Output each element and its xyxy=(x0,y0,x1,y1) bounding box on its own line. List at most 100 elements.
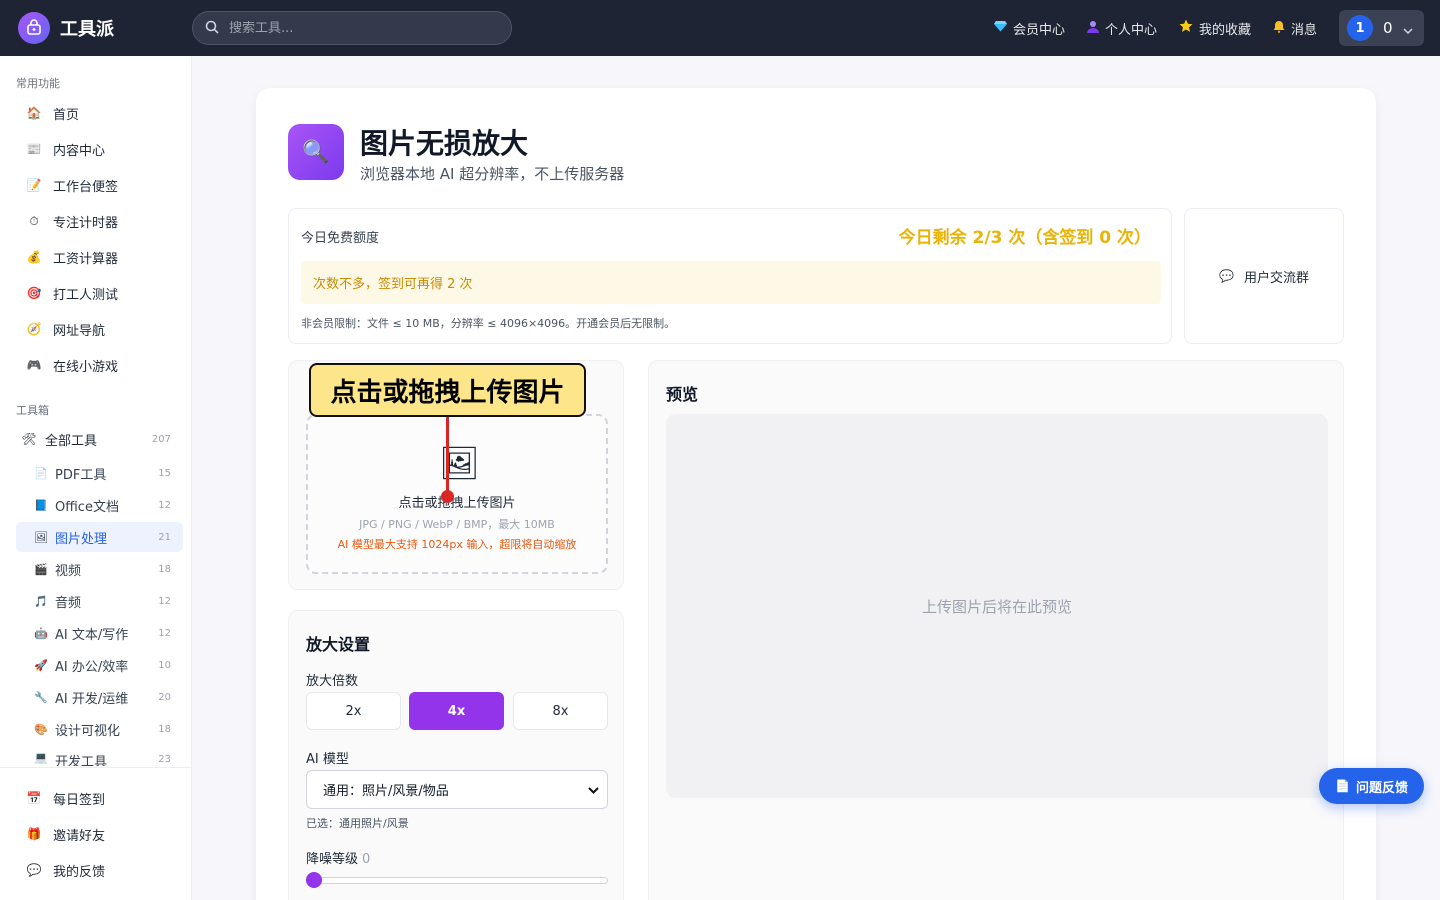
avatar: 1 xyxy=(1347,15,1373,41)
sidebar-item-design[interactable]: 🎨 设计可视化 18 xyxy=(16,714,183,744)
noise-slider-track[interactable] xyxy=(306,877,608,884)
user-points: 0 xyxy=(1383,19,1393,37)
quota-remaining: 今日剩余 2/3 次（含签到 0 次） xyxy=(898,228,1151,248)
sidebar-item-pdf[interactable]: 📄 PDF工具 15 xyxy=(16,458,183,488)
document-icon: 📄 xyxy=(1335,779,1350,793)
sidebar-item-office[interactable]: 📘 Office文档 12 xyxy=(16,490,183,520)
quota-card: 今日免费额度 今日剩余 2/3 次（含签到 0 次） 次数不多，签到可再得 2 … xyxy=(288,208,1172,344)
callout-pointer xyxy=(446,417,449,495)
wrench-icon: 🔧 xyxy=(34,690,48,704)
nav-membership[interactable]: 会员中心 xyxy=(993,19,1065,38)
nav-messages[interactable]: 消息 xyxy=(1273,19,1317,38)
target-icon: 🎯 xyxy=(26,286,42,300)
book-icon: 📘 xyxy=(34,498,48,512)
top-bar: 工具派 会员中心 个人中心 我的收藏 消息 1 0 xyxy=(0,0,1440,56)
bell-icon xyxy=(1273,20,1285,37)
person-icon xyxy=(1086,20,1099,37)
palette-icon: 🎨 xyxy=(34,722,48,736)
upload-dropzone[interactable]: 🖼 点击或拖拽上传图片 JPG / PNG / WebP / BMP，最大 10… xyxy=(306,414,608,574)
sidebar-item-ai-dev[interactable]: 🔧 AI 开发/运维 20 xyxy=(16,682,183,712)
noise-label: 降噪等级 0 xyxy=(306,852,371,867)
sidebar-item-all-tools[interactable]: 🛠 全部工具 207 xyxy=(16,423,183,455)
brand[interactable]: 工具派 xyxy=(18,12,192,44)
magnifier-icon: 🔍 xyxy=(288,124,344,180)
quota-warning: 次数不多，签到可再得 2 次 xyxy=(301,261,1161,304)
feedback-button[interactable]: 📄 问题反馈 xyxy=(1319,768,1424,804)
user-group-button[interactable]: 💬 用户交流群 xyxy=(1184,208,1344,344)
search-icon xyxy=(205,19,219,38)
search-bar[interactable] xyxy=(192,11,512,45)
clapper-icon: 🎬 xyxy=(34,562,48,576)
logo-icon xyxy=(18,12,50,44)
gamepad-icon: 🎮 xyxy=(26,358,42,372)
compass-icon: 🧭 xyxy=(26,322,42,336)
sidebar-item-test[interactable]: 🎯 打工人测试 xyxy=(16,277,183,309)
scale-4x-button[interactable]: 4x xyxy=(409,692,504,730)
model-selected-text: 已选：通用照片/风景 xyxy=(306,817,409,830)
sidebar-item-nav[interactable]: 🧭 网址导航 xyxy=(16,313,183,345)
sidebar-item-notes[interactable]: 📝 工作台便签 xyxy=(16,169,183,201)
upload-main-text: 点击或拖拽上传图片 xyxy=(398,496,516,511)
sidebar-item-image[interactable]: 🖼 图片处理 21 xyxy=(16,522,183,552)
settings-title: 放大设置 xyxy=(306,635,371,654)
calendar-icon: 📅 xyxy=(26,791,42,805)
scale-2x-button[interactable]: 2x xyxy=(306,692,401,730)
sidebar-divider xyxy=(0,767,191,768)
sidebar-item-salary[interactable]: 💰 工资计算器 xyxy=(16,241,183,273)
speech-bubble-icon: 💬 xyxy=(1219,269,1234,283)
upload-formats: JPG / PNG / WebP / BMP，最大 10MB xyxy=(359,518,555,531)
header-nav: 会员中心 个人中心 我的收藏 消息 1 0 xyxy=(972,10,1424,46)
sidebar-item-ai-office[interactable]: 🚀 AI 办公/效率 10 xyxy=(16,650,183,680)
nav-favorites[interactable]: 我的收藏 xyxy=(1179,19,1251,38)
quota-note: 非会员限制：文件 ≤ 10 MB，分辨率 ≤ 4096×4096。开通会员后无限… xyxy=(301,317,676,330)
sidebar-item-ai-writing[interactable]: 🤖 AI 文本/写作 12 xyxy=(16,618,183,648)
tools-icon: 🛠 xyxy=(21,432,37,446)
user-menu[interactable]: 1 0 xyxy=(1339,10,1424,46)
page-icon: 📄 xyxy=(34,466,48,480)
stopwatch-icon: ⏱ xyxy=(29,213,39,228)
sidebar-item-invite[interactable]: 🎁 邀请好友 xyxy=(16,818,183,850)
sidebar-item-games[interactable]: 🎮 在线小游戏 xyxy=(16,349,183,381)
search-input[interactable] xyxy=(229,20,489,36)
money-bag-icon: 💰 xyxy=(26,250,42,264)
section-toolbox-title: 工具箱 xyxy=(16,404,49,417)
callout-dot xyxy=(441,490,454,503)
sidebar: 常用功能 🏠 首页 📰 内容中心 📝 工作台便签 ⏱ 专注计时器 💰 工资计算器 🎯 打工人… xyxy=(0,56,192,900)
sidebar-item-timer[interactable]: ⏱ 专注计时器 xyxy=(16,205,183,237)
picture-icon: 🖼 xyxy=(34,530,48,544)
upload-hint: AI 模型最大支持 1024px 输入，超限将自动缩放 xyxy=(337,538,577,551)
sidebar-item-audio[interactable]: 🎵 音频 12 xyxy=(16,586,183,616)
sidebar-item-video[interactable]: 🎬 视频 18 xyxy=(16,554,183,584)
page-subtitle: 浏览器本地 AI 超分辨率，不上传服务器 xyxy=(360,165,625,183)
gift-icon: 🎁 xyxy=(26,827,42,841)
sidebar-item-content[interactable]: 📰 内容中心 xyxy=(16,133,183,165)
sidebar-item-checkin[interactable]: 📅 每日签到 xyxy=(16,782,183,814)
robot-icon: 🤖 xyxy=(34,626,48,640)
count-badge: 207 xyxy=(151,433,171,445)
upload-panel: 🖼 点击或拖拽上传图片 JPG / PNG / WebP / BMP，最大 10… xyxy=(288,360,624,590)
gem-icon xyxy=(993,20,1007,36)
sidebar-item-feedback[interactable]: 💬 我的反馈 xyxy=(16,854,183,886)
noise-slider-thumb[interactable] xyxy=(306,872,322,888)
section-common-title: 常用功能 xyxy=(16,77,60,90)
page-title: 图片无损放大 xyxy=(360,127,529,160)
preview-area: 上传图片后将在此预览 xyxy=(666,414,1328,798)
home-icon: 🏠 xyxy=(26,106,42,120)
sidebar-item-home[interactable]: 🏠 首页 xyxy=(16,97,183,129)
nav-profile[interactable]: 个人中心 xyxy=(1086,19,1157,38)
preview-panel: 预览 上传图片后将在此预览 xyxy=(648,360,1344,900)
model-select[interactable]: 通用：照片/风景/物品 xyxy=(306,770,608,809)
scale-8x-button[interactable]: 8x xyxy=(513,692,608,730)
scale-label: 放大倍数 xyxy=(306,674,359,689)
music-icon: 🎵 xyxy=(34,594,48,608)
model-label: AI 模型 xyxy=(306,752,349,767)
laptop-icon: 💻 xyxy=(34,751,48,764)
noise-value: 0 xyxy=(362,852,371,867)
app-name: 工具派 xyxy=(60,19,114,40)
chevron-down-icon xyxy=(588,783,599,798)
preview-title: 预览 xyxy=(666,385,699,404)
newspaper-icon: 📰 xyxy=(26,142,42,156)
sidebar-item-devtools[interactable]: 💻 开发工具 23 xyxy=(16,746,183,766)
chevron-down-icon xyxy=(1403,19,1413,38)
speech-bubble-icon: 💬 xyxy=(26,863,42,877)
